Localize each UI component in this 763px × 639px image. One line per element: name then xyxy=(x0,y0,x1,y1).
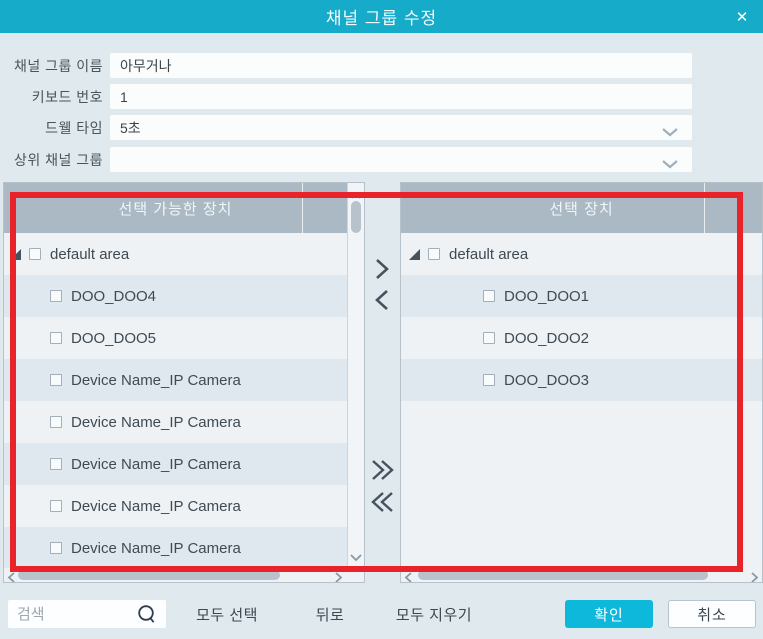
form-row-keyboard-number: 키보드 번호 xyxy=(0,84,763,109)
selected-devices-title: 선택 장치 xyxy=(549,200,614,218)
move-right-button[interactable] xyxy=(367,256,397,282)
scroll-right-icon[interactable] xyxy=(335,570,343,582)
tree-row-device[interactable]: DOO_DOO2 xyxy=(401,317,762,359)
available-devices-tree: default area DOO_DOO4 DOO_DOO5 Device Na… xyxy=(4,233,347,569)
dialog-title: 채널 그룹 수정 xyxy=(325,9,438,28)
tree-label: Device Name_IP Camera xyxy=(71,539,241,557)
horizontal-scrollbar[interactable] xyxy=(401,568,762,582)
close-icon[interactable]: ✕ xyxy=(731,6,753,28)
clear-all-button[interactable]: 모두 지우기 xyxy=(387,600,481,628)
form-row-parent-group: 상위 채널 그룹 xyxy=(0,147,763,172)
checkbox[interactable] xyxy=(483,332,495,344)
scroll-left-icon[interactable] xyxy=(7,570,15,582)
tree-label: default area xyxy=(449,245,529,263)
dwell-time-select[interactable]: 5초 xyxy=(110,115,692,140)
arrow-right-icon xyxy=(376,259,389,279)
search-input[interactable] xyxy=(8,605,126,623)
parent-group-select[interactable] xyxy=(110,147,692,172)
tree-label: Device Name_IP Camera xyxy=(71,371,241,389)
tree-label: DOO_DOO5 xyxy=(71,329,157,347)
checkbox[interactable] xyxy=(50,374,62,386)
move-all-left-button[interactable] xyxy=(368,489,398,515)
tree-row-device[interactable]: Device Name_IP Camera xyxy=(4,485,347,527)
chevron-down-icon xyxy=(662,156,678,172)
tree-row-area[interactable]: default area xyxy=(401,233,762,275)
move-all-right-button[interactable] xyxy=(368,457,398,483)
tree-label: DOO_DOO4 xyxy=(71,287,157,305)
tree-label: DOO_DOO2 xyxy=(504,329,590,347)
double-arrow-right-icon xyxy=(372,460,394,480)
scroll-left-icon[interactable] xyxy=(404,570,412,582)
selected-devices-panel: 선택 장치 default area DOO_DOO1 DOO_DOO2 DOO… xyxy=(400,182,763,583)
horizontal-scrollbar[interactable] xyxy=(4,568,364,582)
tree-row-device[interactable]: Device Name_IP Camera xyxy=(4,401,347,443)
selected-devices-tree: default area DOO_DOO1 DOO_DOO2 DOO_DOO3 xyxy=(401,233,762,568)
group-name-input[interactable] xyxy=(110,53,692,78)
selected-devices-header: 선택 장치 xyxy=(401,183,762,233)
tree-label: default area xyxy=(50,245,130,263)
scrollbar-thumb[interactable] xyxy=(351,201,361,233)
expander-icon[interactable] xyxy=(409,248,420,260)
form-row-group-name: 채널 그룹 이름 xyxy=(0,53,763,78)
keyboard-number-label: 키보드 번호 xyxy=(31,88,103,105)
checkbox[interactable] xyxy=(50,332,62,344)
move-left-button[interactable] xyxy=(367,287,397,313)
search-box xyxy=(8,600,166,628)
form-row-dwell-time: 드웰 타임 5초 xyxy=(0,115,763,140)
tree-label: DOO_DOO3 xyxy=(504,371,590,389)
tree-label: Device Name_IP Camera xyxy=(71,413,241,431)
available-devices-header: 선택 가능한 장치 xyxy=(4,183,347,233)
select-all-button[interactable]: 모두 선택 xyxy=(182,600,272,628)
expander-icon[interactable] xyxy=(10,248,21,260)
scroll-right-icon[interactable] xyxy=(751,570,759,582)
checkbox[interactable] xyxy=(50,290,62,302)
available-devices-panel: 선택 가능한 장치 default area DOO_DOO4 DOO_DOO5… xyxy=(3,182,365,583)
tree-row-device[interactable]: DOO_DOO3 xyxy=(401,359,762,401)
available-devices-title: 선택 가능한 장치 xyxy=(118,200,233,218)
dialog-titlebar: 채널 그룹 수정 xyxy=(0,0,763,33)
search-icon[interactable] xyxy=(137,604,157,630)
cancel-button[interactable]: 취소 xyxy=(668,600,756,628)
tree-label: Device Name_IP Camera xyxy=(71,455,241,473)
tree-row-device[interactable]: Device Name_IP Camera xyxy=(4,527,347,569)
tree-label: DOO_DOO1 xyxy=(504,287,590,305)
checkbox[interactable] xyxy=(50,500,62,512)
double-arrow-left-icon xyxy=(371,492,393,512)
keyboard-number-input[interactable] xyxy=(110,84,692,109)
scroll-down-icon[interactable] xyxy=(350,549,362,567)
column-divider[interactable] xyxy=(302,183,303,233)
scrollbar-thumb[interactable] xyxy=(418,570,708,580)
checkbox[interactable] xyxy=(50,542,62,554)
group-name-label: 채널 그룹 이름 xyxy=(13,57,103,74)
checkbox[interactable] xyxy=(428,248,440,260)
dwell-time-value: 5초 xyxy=(120,119,141,136)
ok-button[interactable]: 확인 xyxy=(565,600,653,628)
checkbox[interactable] xyxy=(483,290,495,302)
column-divider[interactable] xyxy=(704,183,705,233)
back-button[interactable]: 뒤로 xyxy=(301,600,359,628)
parent-group-label: 상위 채널 그룹 xyxy=(13,151,103,168)
chevron-down-icon xyxy=(662,124,678,140)
tree-row-device[interactable]: Device Name_IP Camera xyxy=(4,359,347,401)
checkbox[interactable] xyxy=(50,416,62,428)
tree-row-device[interactable]: Device Name_IP Camera xyxy=(4,443,347,485)
tree-label: Device Name_IP Camera xyxy=(71,497,241,515)
tree-row-device[interactable]: DOO_DOO1 xyxy=(401,275,762,317)
checkbox[interactable] xyxy=(483,374,495,386)
tree-row-device[interactable]: DOO_DOO5 xyxy=(4,317,347,359)
tree-row-area[interactable]: default area xyxy=(4,233,347,275)
arrow-left-icon xyxy=(375,290,388,310)
checkbox[interactable] xyxy=(50,458,62,470)
tree-row-device[interactable]: DOO_DOO4 xyxy=(4,275,347,317)
dwell-time-label: 드웰 타임 xyxy=(45,119,103,136)
vertical-scrollbar[interactable] xyxy=(347,183,364,568)
scrollbar-thumb[interactable] xyxy=(18,570,280,580)
checkbox[interactable] xyxy=(29,248,41,260)
